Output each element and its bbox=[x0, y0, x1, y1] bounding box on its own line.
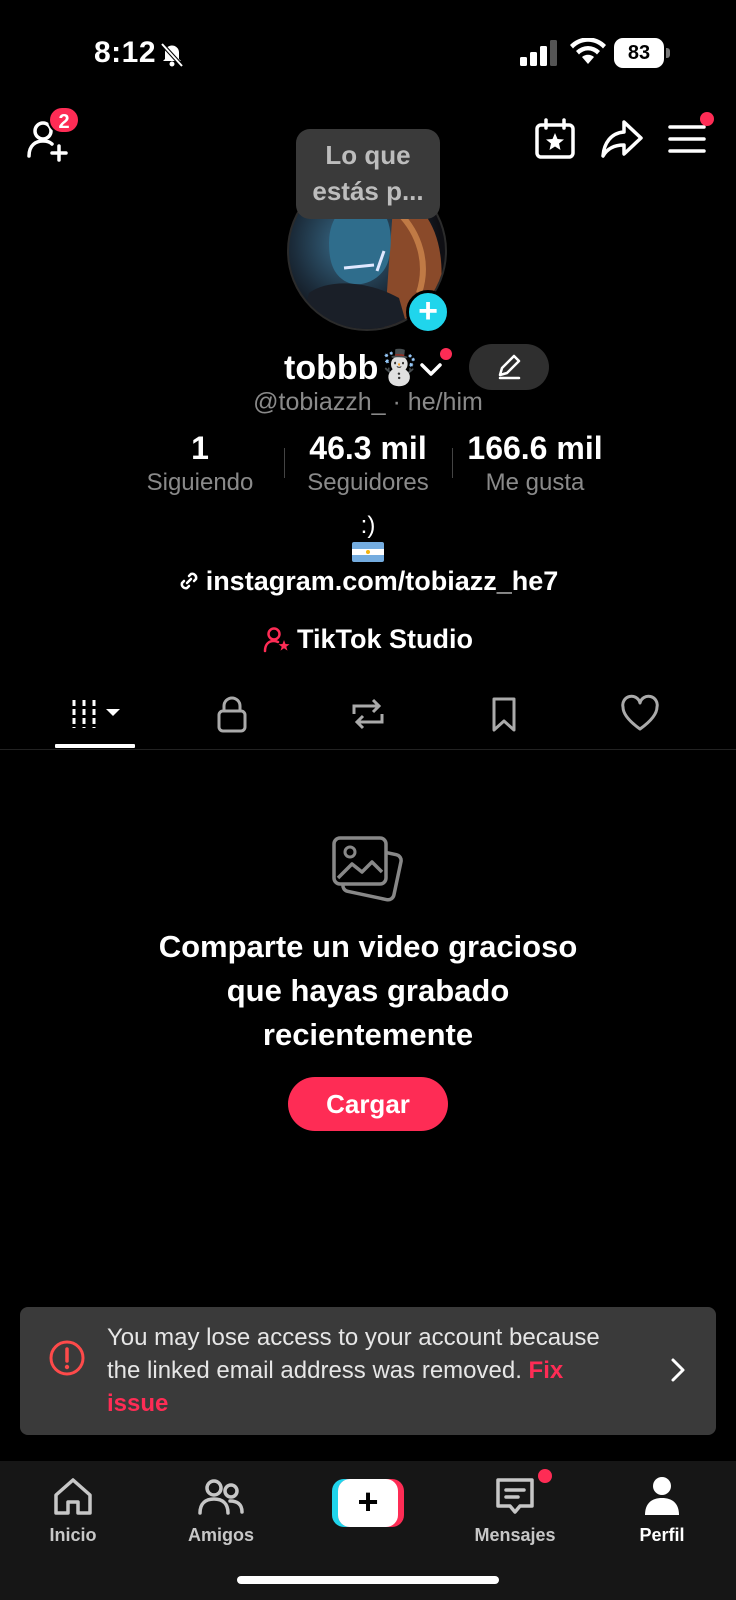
repost-tab-icon[interactable] bbox=[348, 694, 388, 734]
pencil-icon bbox=[498, 354, 521, 380]
inbox-icon bbox=[496, 1478, 534, 1514]
plus-icon: + bbox=[338, 1479, 398, 1527]
warning-text: You may lose access to your account beca… bbox=[107, 1321, 627, 1420]
bell-slash-icon bbox=[160, 42, 184, 68]
friends-icon bbox=[198, 1479, 244, 1515]
bookmark-tab-icon[interactable] bbox=[484, 694, 524, 734]
profile-icon bbox=[645, 1477, 679, 1515]
nav-profile[interactable]: Perfil bbox=[607, 1473, 717, 1546]
nav-label: Inicio bbox=[49, 1525, 97, 1545]
cellular-signal-icon bbox=[520, 40, 557, 66]
videos-grid-tab-icon[interactable] bbox=[70, 694, 122, 734]
username-handle: @tobiazzh_ · he/him bbox=[253, 388, 483, 416]
home-icon bbox=[54, 1478, 92, 1515]
upload-button[interactable]: Cargar bbox=[288, 1077, 448, 1131]
friend-request-badge: 2 bbox=[48, 106, 80, 134]
stat-divider bbox=[452, 448, 453, 478]
profile-link-text[interactable]: instagram.com/tobiazz_he7 bbox=[206, 566, 559, 596]
stat-likes[interactable]: 166.6 mil Me gusta bbox=[460, 430, 610, 497]
menu-icon[interactable] bbox=[668, 122, 706, 156]
profile-content-tabs bbox=[0, 680, 736, 750]
stat-value: 46.3 mil bbox=[309, 430, 427, 466]
battery-indicator: 83 bbox=[614, 38, 670, 68]
battery-level: 83 bbox=[614, 38, 664, 68]
wifi-icon bbox=[570, 38, 606, 64]
display-name[interactable]: tobbb☃️ bbox=[284, 348, 421, 388]
chevron-down-icon[interactable] bbox=[420, 362, 442, 378]
profile-link[interactable]: instagram.com/tobiazz_he7 bbox=[0, 566, 736, 597]
stat-followers[interactable]: 46.3 mil Seguidores bbox=[296, 430, 440, 497]
stat-label: Me gusta bbox=[485, 469, 585, 496]
edit-profile-button[interactable] bbox=[469, 344, 549, 390]
argentina-flag-icon bbox=[352, 542, 384, 562]
menu-notification-dot bbox=[700, 112, 714, 126]
home-indicator[interactable] bbox=[237, 1576, 499, 1584]
stat-value: 1 bbox=[191, 430, 209, 466]
nav-home[interactable]: Inicio bbox=[18, 1473, 128, 1546]
battery-tip bbox=[666, 48, 670, 58]
create-button[interactable]: + bbox=[332, 1479, 404, 1527]
creator-star-icon bbox=[263, 627, 290, 653]
heart-tab-icon[interactable] bbox=[620, 694, 660, 734]
warning-message: You may lose access to your account beca… bbox=[107, 1324, 600, 1384]
nav-friends[interactable]: Amigos bbox=[166, 1473, 276, 1546]
stat-value: 166.6 mil bbox=[467, 430, 603, 466]
empty-title-line: Comparte un video gracioso bbox=[158, 929, 578, 964]
nav-label: Amigos bbox=[187, 1525, 254, 1545]
alert-circle-icon bbox=[49, 1340, 85, 1376]
chevron-right-icon[interactable] bbox=[670, 1357, 686, 1383]
empty-title-line: recientemente bbox=[262, 1017, 474, 1052]
nav-label: Perfil bbox=[639, 1525, 685, 1545]
avatar-add-button[interactable]: + bbox=[406, 290, 450, 334]
empty-state-title: Comparte un video gracioso que hayas gra… bbox=[0, 925, 736, 1057]
calendar-star-icon[interactable] bbox=[534, 118, 576, 160]
account-switch-dot bbox=[440, 348, 452, 360]
stat-following[interactable]: 1 Siguiendo bbox=[140, 430, 260, 497]
stat-label: Siguiendo bbox=[146, 469, 254, 496]
status-bar: 8:12 83 bbox=[0, 0, 736, 100]
active-tab-indicator bbox=[55, 744, 135, 748]
photo-icon bbox=[332, 836, 403, 902]
empty-title-line: que hayas grabado bbox=[226, 973, 510, 1008]
stat-divider bbox=[284, 448, 285, 478]
nav-inbox[interactable]: Mensajes bbox=[460, 1473, 570, 1546]
account-warning-banner[interactable]: You may lose access to your account beca… bbox=[20, 1307, 716, 1435]
bio-text: :) bbox=[360, 512, 376, 539]
lock-tab-icon[interactable] bbox=[212, 694, 252, 734]
status-time: 8:12 bbox=[94, 36, 157, 69]
inbox-notification-dot bbox=[538, 1469, 552, 1483]
nav-label: Mensajes bbox=[474, 1525, 556, 1545]
profile-stats: 1 Siguiendo 46.3 mil Seguidores 166.6 mi… bbox=[0, 430, 736, 500]
link-icon bbox=[180, 572, 198, 590]
share-icon[interactable] bbox=[600, 118, 644, 160]
tiktok-studio-label[interactable]: TikTok Studio bbox=[297, 624, 473, 654]
stat-label: Seguidores bbox=[307, 469, 429, 496]
tiktok-studio-link[interactable]: TikTok Studio bbox=[0, 624, 736, 655]
note-tooltip[interactable]: Lo que estás p... bbox=[296, 129, 440, 219]
